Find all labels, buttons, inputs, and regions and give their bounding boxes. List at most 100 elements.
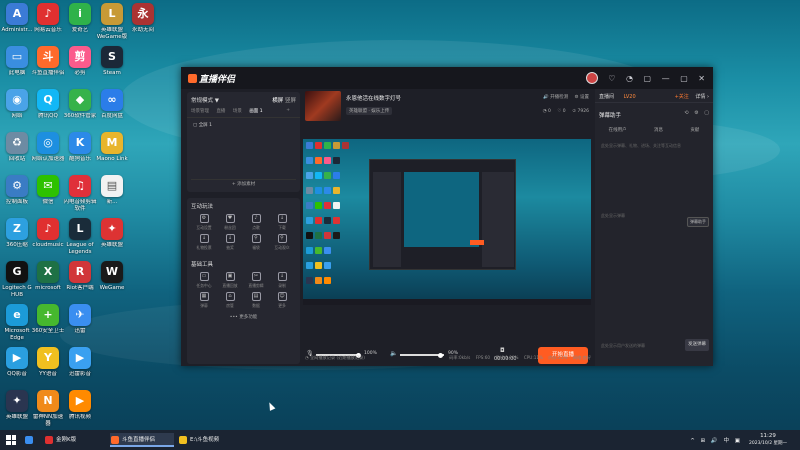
more-functions-button[interactable]: ••• 更多功能 bbox=[191, 314, 296, 320]
tool-item[interactable]: ♥ 粉丝团 bbox=[217, 214, 243, 234]
desktop-icon[interactable]: ▶ 腾讯视频 bbox=[63, 390, 97, 428]
danmaku-input[interactable]: 此处显示用户发送的弹幕 bbox=[599, 341, 679, 351]
desktop-icon[interactable]: M Maono Link bbox=[95, 132, 129, 170]
skin-icon[interactable]: ◔ bbox=[626, 74, 633, 83]
desktop-icon[interactable]: ♪ 网易云音乐 bbox=[31, 3, 65, 41]
popout-icon[interactable]: ▢ bbox=[704, 110, 709, 116]
desktop-icon[interactable]: Xmicrosoft bbox=[31, 261, 65, 299]
desktop-icon[interactable]: Q 腾讯QQ bbox=[31, 89, 65, 127]
desktop-icon[interactable]: ✈ 迅雷 bbox=[63, 304, 97, 342]
tool-item[interactable]: ✂ 直播剪辑 bbox=[243, 272, 269, 292]
maximize-button[interactable]: ▢ bbox=[680, 74, 688, 83]
scene-item[interactable]: ▢ 全屏 1 bbox=[187, 118, 300, 132]
desktop-icon[interactable]: ▶ QQ影音 bbox=[0, 347, 34, 385]
tool-item[interactable]: ▤ 数据 bbox=[243, 292, 269, 312]
tray-volume-icon[interactable]: 🔊 bbox=[711, 438, 718, 444]
tool-item[interactable]: ↓ 录制 bbox=[269, 272, 295, 292]
desktop-icon[interactable]: ⚙ 控制面板 bbox=[0, 175, 34, 213]
add-tab-button[interactable]: + bbox=[286, 108, 290, 113]
taskbar-item-jinkang[interactable]: 金刚K版 bbox=[44, 433, 106, 447]
send-danmaku-button[interactable]: 发送弹幕 bbox=[685, 339, 709, 351]
mode-select[interactable]: 常规模式 ▼ bbox=[191, 98, 219, 104]
desktop-icon[interactable]: S Steam bbox=[95, 46, 129, 84]
follow-button[interactable]: +关注 bbox=[675, 94, 689, 100]
tab-scene[interactable]: 场景 bbox=[233, 109, 242, 114]
desktop-icon[interactable]: ∞ 百度网盘 bbox=[95, 89, 129, 127]
channel-title[interactable]: 永恩他活在线数字灯号 bbox=[346, 94, 401, 102]
desktop-icon[interactable]: ✦ 英雄联盟 bbox=[95, 218, 129, 256]
refresh-icon[interactable]: ⟲ bbox=[684, 110, 688, 116]
desktop-icon[interactable]: ◎ 网络认加速器 bbox=[31, 132, 65, 170]
desktop-icon[interactable]: ◆ 360软件管家 bbox=[63, 89, 97, 127]
details-link[interactable]: 详情 › bbox=[695, 94, 709, 100]
landscape-toggle[interactable]: 横屏 bbox=[272, 98, 283, 104]
desktop-icon[interactable]: i 爱奇艺 bbox=[63, 3, 97, 41]
desktop-icon[interactable]: ▤ 新... bbox=[95, 175, 129, 213]
desktop-icon[interactable]: 剪必剪 bbox=[63, 46, 97, 84]
taskbar-item-douyu[interactable]: 斗鱼直播伴侣 bbox=[110, 433, 174, 447]
desktop-icon[interactable]: N 雷神NN加速器 bbox=[31, 390, 65, 428]
desktop-icon[interactable]: R Riot客户端 bbox=[63, 261, 97, 299]
desktop-icon[interactable]: Z 360压缩 bbox=[0, 218, 34, 256]
desktop-icon[interactable]: Y YY语音 bbox=[31, 347, 65, 385]
tool-item[interactable]: ↓ 抽奖 bbox=[217, 234, 243, 254]
tray-notify-icon[interactable]: ▣ bbox=[735, 438, 740, 444]
danmaku-option-button[interactable]: 弹幕助手 bbox=[687, 217, 709, 227]
desktop-icon[interactable]: +360安全卫士 bbox=[31, 304, 65, 342]
tool-item[interactable]: ⌂ 房管 bbox=[217, 292, 243, 312]
live-check-button[interactable]: 🔊 开播检测 bbox=[543, 95, 568, 100]
message-icon[interactable]: ▢ bbox=[644, 74, 652, 83]
status-history[interactable]: ◔ 全网播放记录 (近期播放记录) bbox=[305, 355, 365, 361]
gear-icon[interactable]: ⚙ bbox=[694, 110, 698, 116]
desktop-icon[interactable]: G Logitech G HUB bbox=[0, 261, 34, 299]
taskbar-item-folder[interactable]: E:\斗鱼视频 bbox=[178, 433, 248, 447]
tool-item[interactable]: ▦ 弹幕 bbox=[191, 292, 217, 312]
desktop-icon[interactable]: ✉ 微信 bbox=[31, 175, 65, 213]
tray-expand-icon[interactable]: ^ bbox=[690, 438, 695, 444]
tool-item[interactable]: ▣ 直播回放 bbox=[217, 272, 243, 292]
desktop-icon[interactable]: ◉ 网络 bbox=[0, 89, 34, 127]
tool-item[interactable]: ▭ 任务中心 bbox=[191, 272, 217, 292]
tool-item[interactable]: ☺ 更多 bbox=[269, 292, 295, 312]
desktop-icon[interactable]: ▭ 此电脑 bbox=[0, 46, 34, 84]
desktop-icon[interactable]: L League of Legends bbox=[63, 218, 97, 256]
tool-item[interactable]: ⚲ 互动观众 bbox=[269, 234, 295, 254]
user-avatar[interactable] bbox=[585, 72, 598, 84]
minimize-button[interactable]: — bbox=[662, 74, 670, 83]
tab-contribution[interactable]: 贡献 bbox=[690, 127, 699, 133]
channel-cover[interactable] bbox=[305, 91, 341, 121]
taskbar-item-pinned[interactable] bbox=[24, 433, 38, 447]
portrait-toggle[interactable]: 竖屏 bbox=[285, 98, 296, 104]
tab-scene-manage[interactable]: 场景管理 bbox=[191, 109, 209, 114]
tab-screen-1[interactable]: 画面 1 bbox=[249, 109, 262, 114]
desktop-icon[interactable]: L 英雄联盟 WeGame版 bbox=[95, 3, 129, 41]
stream-preview[interactable] bbox=[303, 139, 591, 305]
clock[interactable]: 11:29 2023/10/2 星期一 bbox=[748, 433, 788, 447]
tool-item[interactable]: ⚲ 福袋 bbox=[243, 234, 269, 254]
tool-item[interactable]: ⚙ 互动设置 bbox=[191, 214, 217, 234]
add-source-button[interactable]: + 添加素材 bbox=[191, 179, 296, 188]
desktop-icon[interactable]: ♫ 闪电音频剪辑软件 bbox=[63, 175, 97, 213]
headset-icon[interactable]: ♡ bbox=[608, 74, 615, 83]
tray-network-icon[interactable]: ⊞ bbox=[701, 438, 706, 444]
tool-item[interactable]: ↓ 下载 bbox=[269, 214, 295, 234]
desktop-icon[interactable]: ♪ cloudmusic bbox=[31, 218, 65, 256]
channel-category[interactable]: 英雄联盟 · 娱乐上传 bbox=[346, 107, 393, 115]
tool-item[interactable]: ↓ 礼物投票 bbox=[191, 234, 217, 254]
start-button[interactable] bbox=[6, 435, 16, 445]
desktop-icon[interactable]: ♻ 回收站 bbox=[0, 132, 34, 170]
tab-messages[interactable]: 消息 bbox=[654, 127, 663, 133]
desktop-icon[interactable]: 斗斗鱼直播伴侣 bbox=[31, 46, 65, 84]
settings-button[interactable]: ⚙ 设置 bbox=[575, 95, 589, 100]
desktop-icon[interactable]: A Administr... bbox=[0, 3, 34, 41]
desktop-icon[interactable]: W WeGame bbox=[95, 261, 129, 299]
tray-ime-icon[interactable]: 中 bbox=[724, 438, 730, 444]
desktop-icon[interactable]: e Microsoft Edge bbox=[0, 304, 34, 342]
desktop-icon[interactable]: K 酷狗音乐 bbox=[63, 132, 97, 170]
close-button[interactable]: ✕ bbox=[698, 74, 705, 83]
tab-live[interactable]: 直播 bbox=[216, 109, 225, 114]
desktop-icon[interactable]: 永永劫无间 bbox=[126, 3, 160, 41]
desktop-icon[interactable]: ✦ 英雄联盟 bbox=[0, 390, 34, 428]
tool-item[interactable]: ♪ 点歌 bbox=[243, 214, 269, 234]
desktop-icon[interactable]: ▶ 迅雷影音 bbox=[63, 347, 97, 385]
